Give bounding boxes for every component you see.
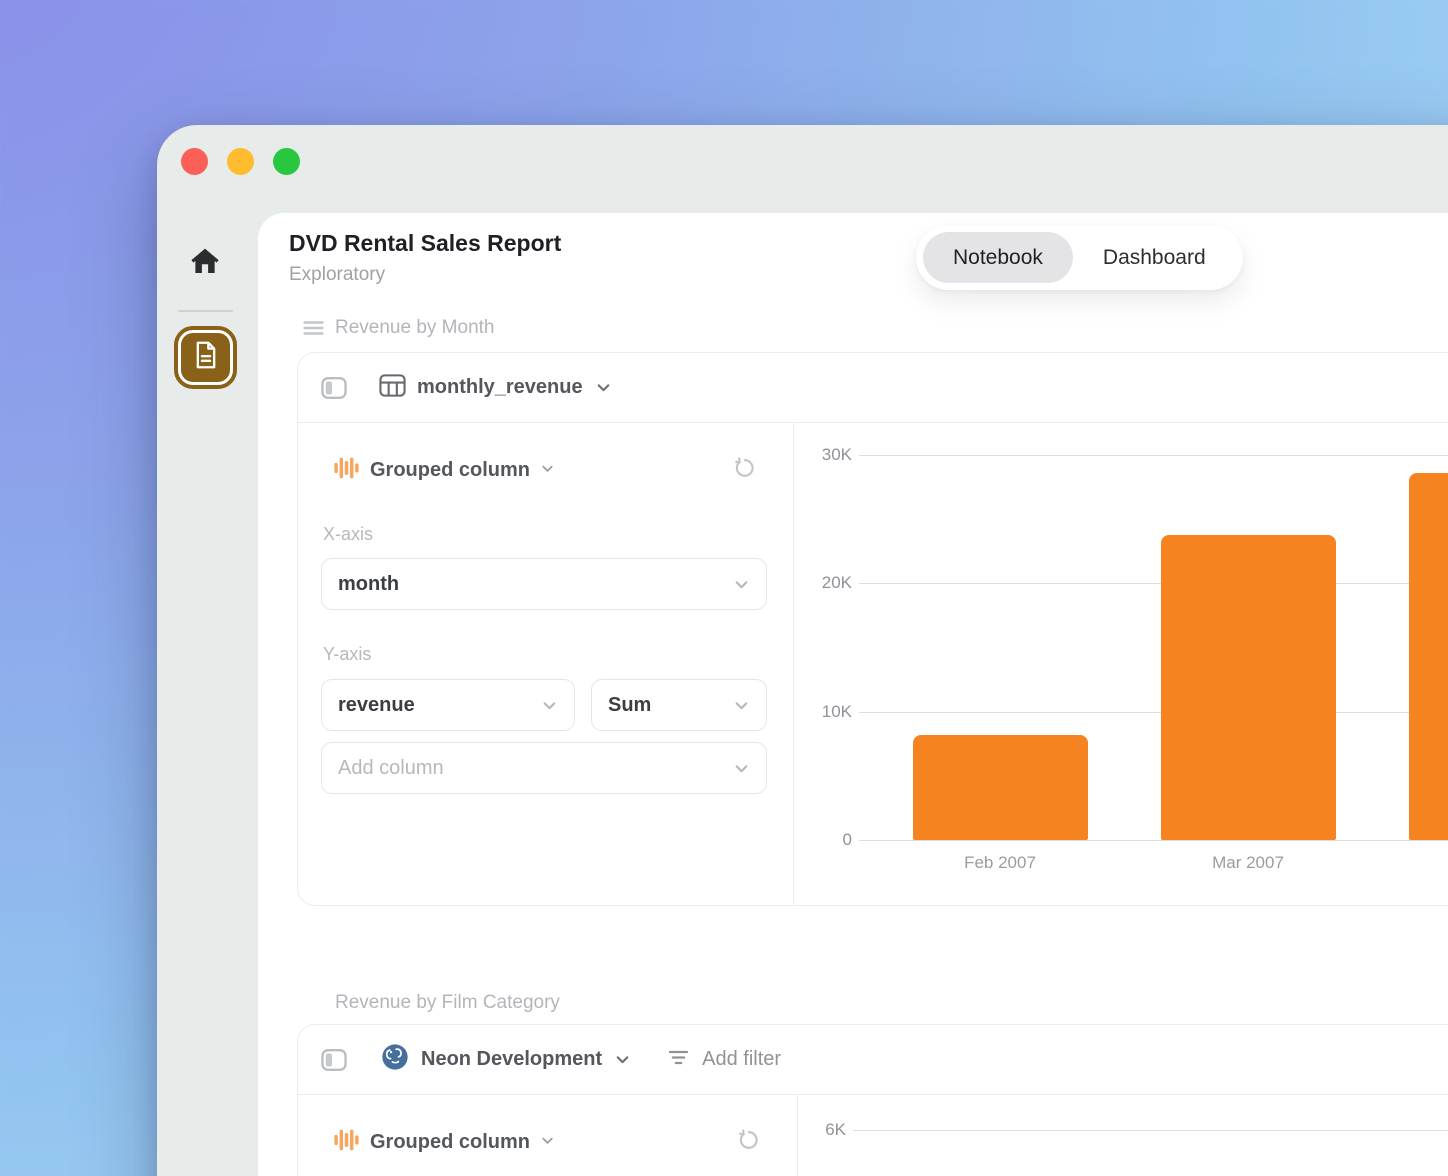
reset-icon — [737, 1128, 761, 1152]
connection-selector[interactable]: Neon Development — [380, 1042, 631, 1077]
reset-icon — [733, 456, 757, 480]
y-tick-label: 30K — [795, 445, 852, 465]
chevron-down-icon — [595, 379, 612, 396]
tab-notebook[interactable]: Notebook — [923, 232, 1073, 283]
block-revenue-by-month: monthly_revenue Grouped column — [297, 352, 1448, 906]
tab-dashboard[interactable]: Dashboard — [1073, 232, 1236, 283]
chart-bar — [1161, 535, 1336, 840]
chevron-down-icon — [733, 760, 750, 777]
minimize-window-button[interactable] — [227, 148, 254, 175]
y-tick-label: 20K — [795, 573, 852, 593]
postgresql-icon — [380, 1042, 410, 1077]
table-name: monthly_revenue — [417, 376, 583, 399]
chevron-down-icon — [733, 576, 750, 593]
chart-type-selector[interactable]: Grouped column — [333, 1126, 555, 1159]
window-controls — [181, 148, 300, 175]
sidebar-divider — [178, 310, 233, 312]
block-revenue-by-film-category: Neon Development Add filter — [297, 1024, 1448, 1176]
table-selector[interactable]: monthly_revenue — [379, 373, 612, 403]
category-chart-plot: 6K — [799, 1095, 1448, 1176]
app-window: DVD Rental Sales Report Exploratory Note… — [157, 125, 1448, 1176]
y-gridline — [859, 583, 1448, 584]
document-icon — [194, 341, 218, 374]
grouped-column-icon — [333, 454, 360, 487]
y-gridline — [853, 1130, 1448, 1131]
section-title-revenue-by-film-category: Revenue by Film Category — [335, 992, 560, 1014]
home-icon — [188, 266, 222, 283]
add-filter-button[interactable]: Add filter — [667, 1048, 781, 1072]
sidebar-item-report-active[interactable] — [174, 326, 237, 389]
x-axis-select[interactable]: month — [321, 558, 767, 610]
chevron-down-icon — [541, 697, 558, 714]
y-gridline — [859, 455, 1448, 456]
card1-header: monthly_revenue — [298, 353, 1448, 423]
sidebar-item-home[interactable] — [188, 245, 222, 279]
page-subtitle: Exploratory — [289, 264, 385, 286]
y-tick-label: 10K — [795, 702, 852, 722]
y-axis-select[interactable]: revenue — [321, 679, 575, 731]
connection-name: Neon Development — [421, 1048, 602, 1071]
y-axis-label: Y-axis — [323, 644, 371, 665]
grouped-column-icon — [333, 1126, 360, 1159]
filter-icon — [667, 1048, 690, 1072]
x-axis-label: X-axis — [323, 524, 373, 545]
y-tick-label: 6K — [799, 1120, 846, 1140]
chart-config-panel: Grouped column X-axis — [298, 423, 794, 906]
chevron-down-icon — [540, 1133, 555, 1153]
reset-chart-button[interactable] — [733, 456, 757, 480]
drag-handle-icon[interactable] — [303, 320, 324, 341]
chart-type-selector[interactable]: Grouped column — [333, 454, 555, 487]
chart-bar — [913, 735, 1088, 840]
card2-header: Neon Development Add filter — [298, 1025, 1448, 1095]
reset-chart-button[interactable] — [737, 1128, 761, 1152]
add-column-select[interactable]: Add column — [321, 742, 767, 794]
chart-bar — [1409, 473, 1448, 840]
chevron-down-icon — [733, 697, 750, 714]
y-gridline — [859, 840, 1448, 841]
zoom-window-button[interactable] — [273, 148, 300, 175]
main-panel: DVD Rental Sales Report Exploratory Note… — [258, 213, 1448, 1176]
x-tick-label: Mar 2007 — [1173, 853, 1323, 873]
chevron-down-icon — [540, 461, 555, 481]
section-title-revenue-by-month: Revenue by Month — [335, 317, 495, 339]
chart-type-label: Grouped column — [370, 459, 530, 482]
collapse-panel-button[interactable] — [321, 1048, 347, 1072]
month-chart-plot: 0 10K 20K 30K Feb 2007 Mar 2007 — [795, 423, 1448, 906]
chevron-down-icon — [614, 1051, 631, 1068]
chart-type-label: Grouped column — [370, 1131, 530, 1154]
view-toggle: Notebook Dashboard — [916, 225, 1243, 290]
x-tick-label: Feb 2007 — [925, 853, 1075, 873]
close-window-button[interactable] — [181, 148, 208, 175]
table-icon — [379, 373, 406, 403]
y-aggregate-select[interactable]: Sum — [591, 679, 767, 731]
y-gridline — [859, 712, 1448, 713]
y-tick-label: 0 — [795, 830, 852, 850]
chart-config-panel: Grouped column — [298, 1095, 798, 1176]
page-title: DVD Rental Sales Report — [289, 230, 561, 257]
collapse-panel-button[interactable] — [321, 376, 347, 400]
